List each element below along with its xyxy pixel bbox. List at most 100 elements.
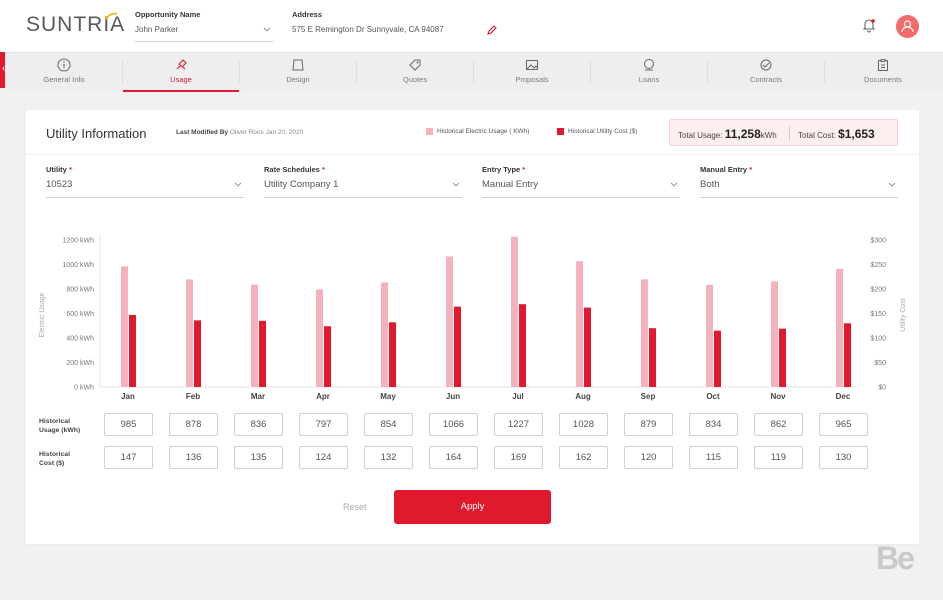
cost-bar (649, 328, 656, 387)
usage-input[interactable]: 854 (364, 413, 413, 436)
usage-bar (641, 279, 648, 387)
y-right-tick-label: $250 (870, 262, 886, 269)
cost-input[interactable]: 135 (234, 446, 283, 469)
image-icon (526, 60, 538, 70)
usage-input[interactable]: 1066 (429, 413, 478, 436)
x-tick-label: Jan (121, 392, 135, 401)
y-right-axis-label: Utility Cost (900, 298, 907, 332)
tab-general-info[interactable]: General Info (6, 53, 122, 92)
usage-bar (446, 256, 453, 387)
tab-contracts[interactable]: Contracts (708, 53, 824, 92)
usage-bar (836, 268, 843, 387)
tab-documents[interactable]: Documents (825, 53, 941, 92)
utility-information-card: Utility Information Last Modified By Oli… (26, 110, 919, 544)
tab-loans[interactable]: Loans (591, 53, 707, 92)
tab-bar: General Info Usage Design Quotes Proposa… (5, 52, 943, 92)
tab-label: Usage (170, 75, 192, 84)
loan-icon (644, 59, 654, 71)
behance-watermark: Be (876, 540, 915, 576)
reset-button[interactable]: Reset (343, 502, 367, 512)
tab-label: Contracts (749, 75, 783, 84)
x-tick-label: Jul (512, 392, 524, 401)
y-left-tick-label: 800 kWh (66, 287, 94, 294)
cost-bar (584, 307, 591, 387)
x-tick-label: Aug (575, 392, 591, 401)
top-header: SUNTRIA Opportunity Name John Parker Add… (0, 0, 943, 52)
usage-input[interactable]: 797 (299, 413, 348, 436)
cost-bar (324, 326, 331, 387)
apply-button[interactable]: Apply (394, 490, 551, 524)
tab-label: Loans (638, 75, 660, 84)
cost-bar (194, 320, 201, 387)
usage-icon (176, 59, 187, 70)
y-right-tick-label: $50 (874, 360, 886, 367)
x-tick-label: Mar (251, 392, 265, 401)
address-field: Address 575 E Remington Dr Sunnyvale, CA… (292, 10, 444, 34)
usage-bar (186, 279, 193, 387)
cost-bar (129, 314, 136, 387)
usage-input[interactable]: 965 (819, 413, 868, 436)
cost-input[interactable]: 119 (754, 446, 803, 469)
clipboard-icon (878, 59, 888, 71)
contract-icon (760, 59, 772, 71)
y-right-tick-label: $0 (878, 385, 886, 392)
sun-logo-icon (104, 12, 118, 21)
tab-quotes[interactable]: Quotes (357, 53, 473, 92)
usage-input[interactable]: 878 (169, 413, 218, 436)
cost-input[interactable]: 124 (299, 446, 348, 469)
edit-pencil-icon[interactable] (486, 24, 498, 36)
usage-input[interactable]: 1227 (494, 413, 543, 436)
y-left-tick-label: 0 kWh (74, 385, 94, 392)
notification-bell-icon[interactable] (862, 18, 876, 33)
usage-bar (771, 281, 778, 387)
cost-input[interactable]: 164 (429, 446, 478, 469)
usage-input[interactable]: 879 (624, 413, 673, 436)
usage-input[interactable]: 862 (754, 413, 803, 436)
cost-bar (844, 323, 851, 387)
x-tick-label: Apr (316, 392, 330, 401)
cost-input[interactable]: 132 (364, 446, 413, 469)
tag-icon (409, 59, 421, 71)
user-icon (901, 20, 914, 33)
info-icon (57, 58, 71, 72)
cost-input[interactable]: 120 (624, 446, 673, 469)
tab-design[interactable]: Design (240, 53, 356, 92)
opportunity-name-label: Opportunity Name (135, 10, 201, 19)
usage-bar (316, 289, 323, 387)
cost-bar (454, 306, 461, 387)
cost-input[interactable]: 162 (559, 446, 608, 469)
x-tick-label: Nov (770, 392, 786, 401)
usage-input[interactable]: 985 (104, 413, 153, 436)
tab-label: Proposals (515, 75, 549, 84)
opportunity-name-value: John Parker (135, 25, 179, 34)
usage-bar (511, 236, 518, 387)
y-right-tick-label: $200 (870, 287, 886, 294)
usage-bar (381, 282, 388, 387)
tab-usage[interactable]: Usage (123, 53, 239, 92)
cost-bar (259, 320, 266, 387)
cost-input[interactable]: 115 (689, 446, 738, 469)
historical-cost-row-label: Historical Cost ($) (39, 451, 70, 467)
cost-input[interactable]: 130 (819, 446, 868, 469)
x-tick-label: Jun (446, 392, 460, 401)
user-avatar[interactable] (896, 15, 919, 38)
y-right-tick-label: $300 (870, 238, 886, 245)
y-right-tick-label: $100 (870, 336, 886, 343)
x-tick-label: Feb (186, 392, 200, 401)
tab-label: Design (286, 75, 310, 84)
usage-input[interactable]: 836 (234, 413, 283, 436)
tab-label: General Info (43, 75, 85, 84)
usage-input[interactable]: 1028 (559, 413, 608, 436)
opportunity-name-select[interactable]: Opportunity Name John Parker (135, 10, 273, 42)
cost-input[interactable]: 147 (104, 446, 153, 469)
cost-bar (519, 304, 526, 387)
x-tick-label: Oct (706, 392, 720, 401)
y-left-tick-label: 200 kWh (66, 360, 94, 367)
usage-bar (706, 284, 713, 387)
tab-proposals[interactable]: Proposals (474, 53, 590, 92)
cost-input[interactable]: 169 (494, 446, 543, 469)
cost-input[interactable]: 136 (169, 446, 218, 469)
usage-input[interactable]: 834 (689, 413, 738, 436)
usage-bar (251, 284, 258, 387)
x-tick-label: Dec (836, 392, 851, 401)
